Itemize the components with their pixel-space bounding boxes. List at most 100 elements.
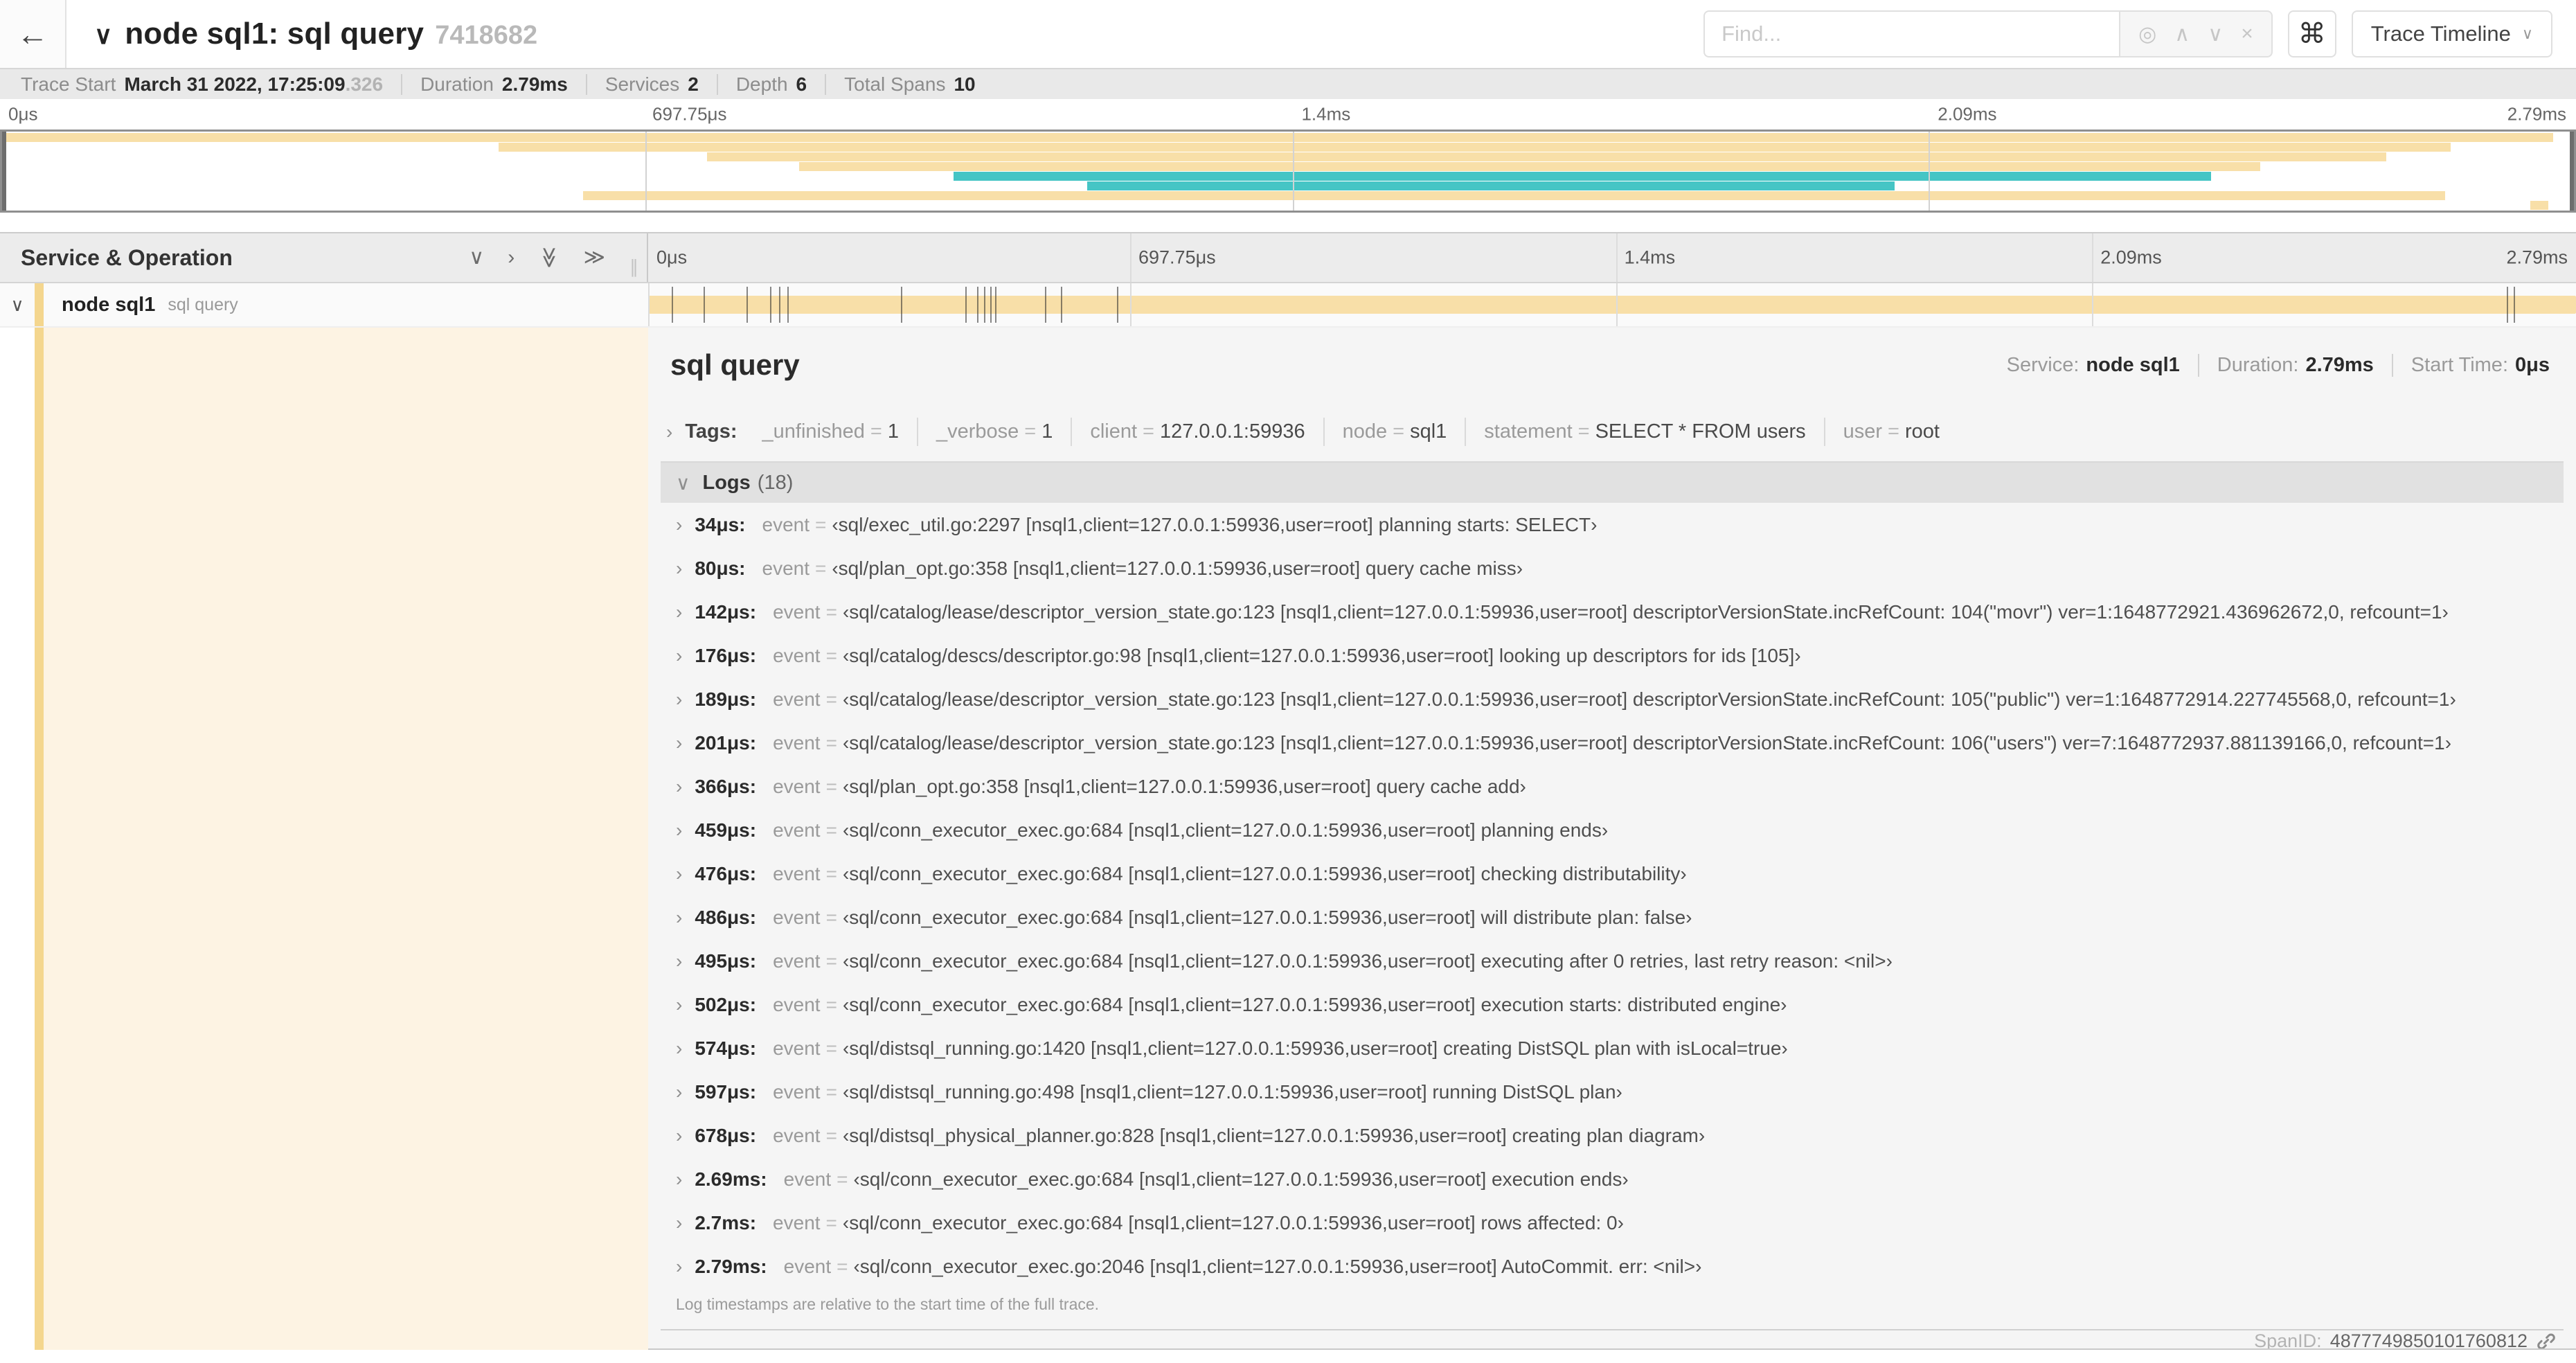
log-expand-icon[interactable]: › [676, 1256, 682, 1278]
next-result-icon[interactable]: ∨ [2208, 22, 2223, 46]
log-row[interactable]: › 176μs: event = ‹sql/catalog/descs/desc… [661, 634, 2564, 677]
log-expand-icon[interactable]: › [676, 1125, 682, 1147]
log-expand-icon[interactable]: › [676, 907, 682, 929]
column-resizer-handle[interactable]: ∥ [629, 256, 640, 278]
minimap-span-bar [2, 133, 2554, 142]
tag-item[interactable]: node = sql1 [1325, 418, 1467, 446]
log-marker[interactable] [769, 287, 771, 323]
log-row[interactable]: › 476μs: event = ‹sql/conn_executor_exec… [661, 852, 2564, 896]
deep-link-icon[interactable] [2536, 1331, 2557, 1351]
tag-item[interactable]: user = root [1825, 418, 1958, 446]
log-marker[interactable] [901, 287, 903, 323]
log-marker[interactable] [965, 287, 967, 323]
log-marker[interactable] [671, 287, 673, 323]
log-expand-icon[interactable]: › [676, 514, 682, 536]
logs-header[interactable]: ∨ Logs (18) [661, 461, 2564, 503]
log-marker[interactable] [976, 287, 978, 323]
collapse-all-icon[interactable]: ≫ [538, 247, 561, 268]
tag-item[interactable]: statement = SELECT * FROM users [1466, 418, 1825, 446]
minimap-left-scrubber[interactable] [2, 132, 6, 211]
log-marker[interactable] [787, 287, 789, 323]
keyboard-shortcuts-button[interactable]: ⌘ [2287, 10, 2336, 57]
find-input[interactable] [1703, 10, 2120, 57]
tags-expand-icon[interactable]: › [666, 421, 672, 443]
collapse-one-icon[interactable]: ∨ [469, 247, 484, 268]
log-row[interactable]: › 2.79ms: event = ‹sql/conn_executor_exe… [661, 1245, 2564, 1288]
clear-search-icon[interactable]: × [2241, 22, 2253, 46]
minimap-gap [0, 213, 2576, 232]
log-row[interactable]: › 142μs: event = ‹sql/catalog/lease/desc… [661, 590, 2564, 634]
expand-all-icon[interactable]: ≫ [584, 247, 605, 268]
collapse-trace-icon[interactable]: ∨ [94, 21, 112, 50]
axis-tick-label: 2.79ms [2506, 247, 2568, 268]
tag-item[interactable]: _verbose = 1 [918, 418, 1073, 446]
logs-collapse-icon[interactable]: ∨ [676, 472, 690, 495]
log-expand-icon[interactable]: › [676, 645, 682, 667]
minimap-axis-labels: 0μs 697.75μs 1.4ms 2.09ms 2.79ms [0, 99, 2576, 130]
log-field-value: ‹sql/conn_executor_exec.go:684 [nsql1,cl… [842, 993, 1787, 1015]
trace-id: 7418682 [435, 21, 538, 50]
back-button[interactable]: ← [0, 0, 66, 68]
tags-row[interactable]: › Tags: _unfinished = 1 _verbose = 1 client =… [666, 418, 2564, 446]
log-timestamp: 366μs: [695, 775, 757, 797]
log-row[interactable]: › 80μs: event = ‹sql/plan_opt.go:358 [ns… [661, 546, 2564, 590]
log-expand-icon[interactable]: › [676, 994, 682, 1016]
logs-title: Logs [702, 471, 751, 494]
tag-item[interactable]: _unfinished = 1 [744, 418, 918, 446]
log-timestamp: 201μs: [695, 731, 757, 754]
log-marker[interactable] [2507, 287, 2509, 323]
log-row[interactable]: › 678μs: event = ‹sql/distsql_physical_p… [661, 1114, 2564, 1157]
log-row[interactable]: › 574μs: event = ‹sql/distsql_running.go… [661, 1026, 2564, 1070]
log-row[interactable]: › 495μs: event = ‹sql/conn_executor_exec… [661, 939, 2564, 983]
log-row[interactable]: › 2.7ms: event = ‹sql/conn_executor_exec… [661, 1201, 2564, 1245]
log-marker[interactable] [994, 287, 996, 323]
log-marker[interactable] [703, 287, 705, 323]
log-row[interactable]: › 597μs: event = ‹sql/distsql_running.go… [661, 1070, 2564, 1114]
log-timestamp: 597μs: [695, 1080, 757, 1103]
span-row[interactable]: ∨ node sql1 sql query [0, 283, 2576, 328]
log-expand-icon[interactable]: › [676, 1037, 682, 1060]
minimap-right-scrubber[interactable] [2570, 132, 2574, 211]
log-expand-icon[interactable]: › [676, 688, 682, 711]
log-marker[interactable] [778, 287, 780, 323]
log-row[interactable]: › 459μs: event = ‹sql/conn_executor_exec… [661, 808, 2564, 852]
detail-card-header: sql query Service: node sql1 Duration: 2.79… [670, 348, 2554, 382]
log-expand-icon[interactable]: › [676, 819, 682, 841]
log-expand-icon[interactable]: › [676, 863, 682, 885]
log-marker[interactable] [1060, 287, 1062, 323]
log-field-key: event [773, 775, 821, 797]
log-marker[interactable] [983, 287, 985, 323]
locate-icon[interactable]: ◎ [2138, 22, 2156, 46]
log-marker[interactable] [2514, 287, 2516, 323]
log-row[interactable]: › 2.69ms: event = ‹sql/conn_executor_exe… [661, 1157, 2564, 1201]
axis-tick-label: 1.4ms [1624, 247, 1676, 268]
span-collapse-icon[interactable]: ∨ [0, 294, 35, 316]
log-marker[interactable] [990, 287, 992, 323]
log-expand-icon[interactable]: › [676, 732, 682, 754]
log-marker[interactable] [1044, 287, 1046, 323]
log-field-key: event [773, 600, 821, 623]
minimap-canvas[interactable] [0, 130, 2576, 213]
log-expand-icon[interactable]: › [676, 558, 682, 580]
log-expand-icon[interactable]: › [676, 950, 682, 972]
span-bar[interactable] [648, 296, 2576, 314]
span-detail-card: sql query Service: node sql1 Duration: 2.79… [648, 328, 2576, 1350]
log-row[interactable]: › 486μs: event = ‹sql/conn_executor_exec… [661, 896, 2564, 939]
log-marker[interactable] [1116, 287, 1118, 323]
log-expand-icon[interactable]: › [676, 1212, 682, 1234]
expand-one-icon[interactable]: › [508, 247, 515, 268]
log-marker[interactable] [746, 287, 748, 323]
log-expand-icon[interactable]: › [676, 1168, 682, 1191]
detail-color-stripe [35, 328, 44, 1350]
log-row[interactable]: › 34μs: event = ‹sql/exec_util.go:2297 [… [661, 503, 2564, 546]
log-expand-icon[interactable]: › [676, 1081, 682, 1103]
log-row[interactable]: › 366μs: event = ‹sql/plan_opt.go:358 [n… [661, 765, 2564, 808]
tag-item[interactable]: client = 127.0.0.1:59936 [1072, 418, 1325, 446]
log-expand-icon[interactable]: › [676, 601, 682, 623]
prev-result-icon[interactable]: ∧ [2174, 22, 2190, 46]
trace-view-selector[interactable]: Trace Timeline ∨ [2351, 10, 2552, 57]
log-row[interactable]: › 201μs: event = ‹sql/catalog/lease/desc… [661, 721, 2564, 765]
log-row[interactable]: › 189μs: event = ‹sql/catalog/lease/desc… [661, 677, 2564, 721]
log-expand-icon[interactable]: › [676, 776, 682, 798]
log-row[interactable]: › 502μs: event = ‹sql/conn_executor_exec… [661, 983, 2564, 1026]
